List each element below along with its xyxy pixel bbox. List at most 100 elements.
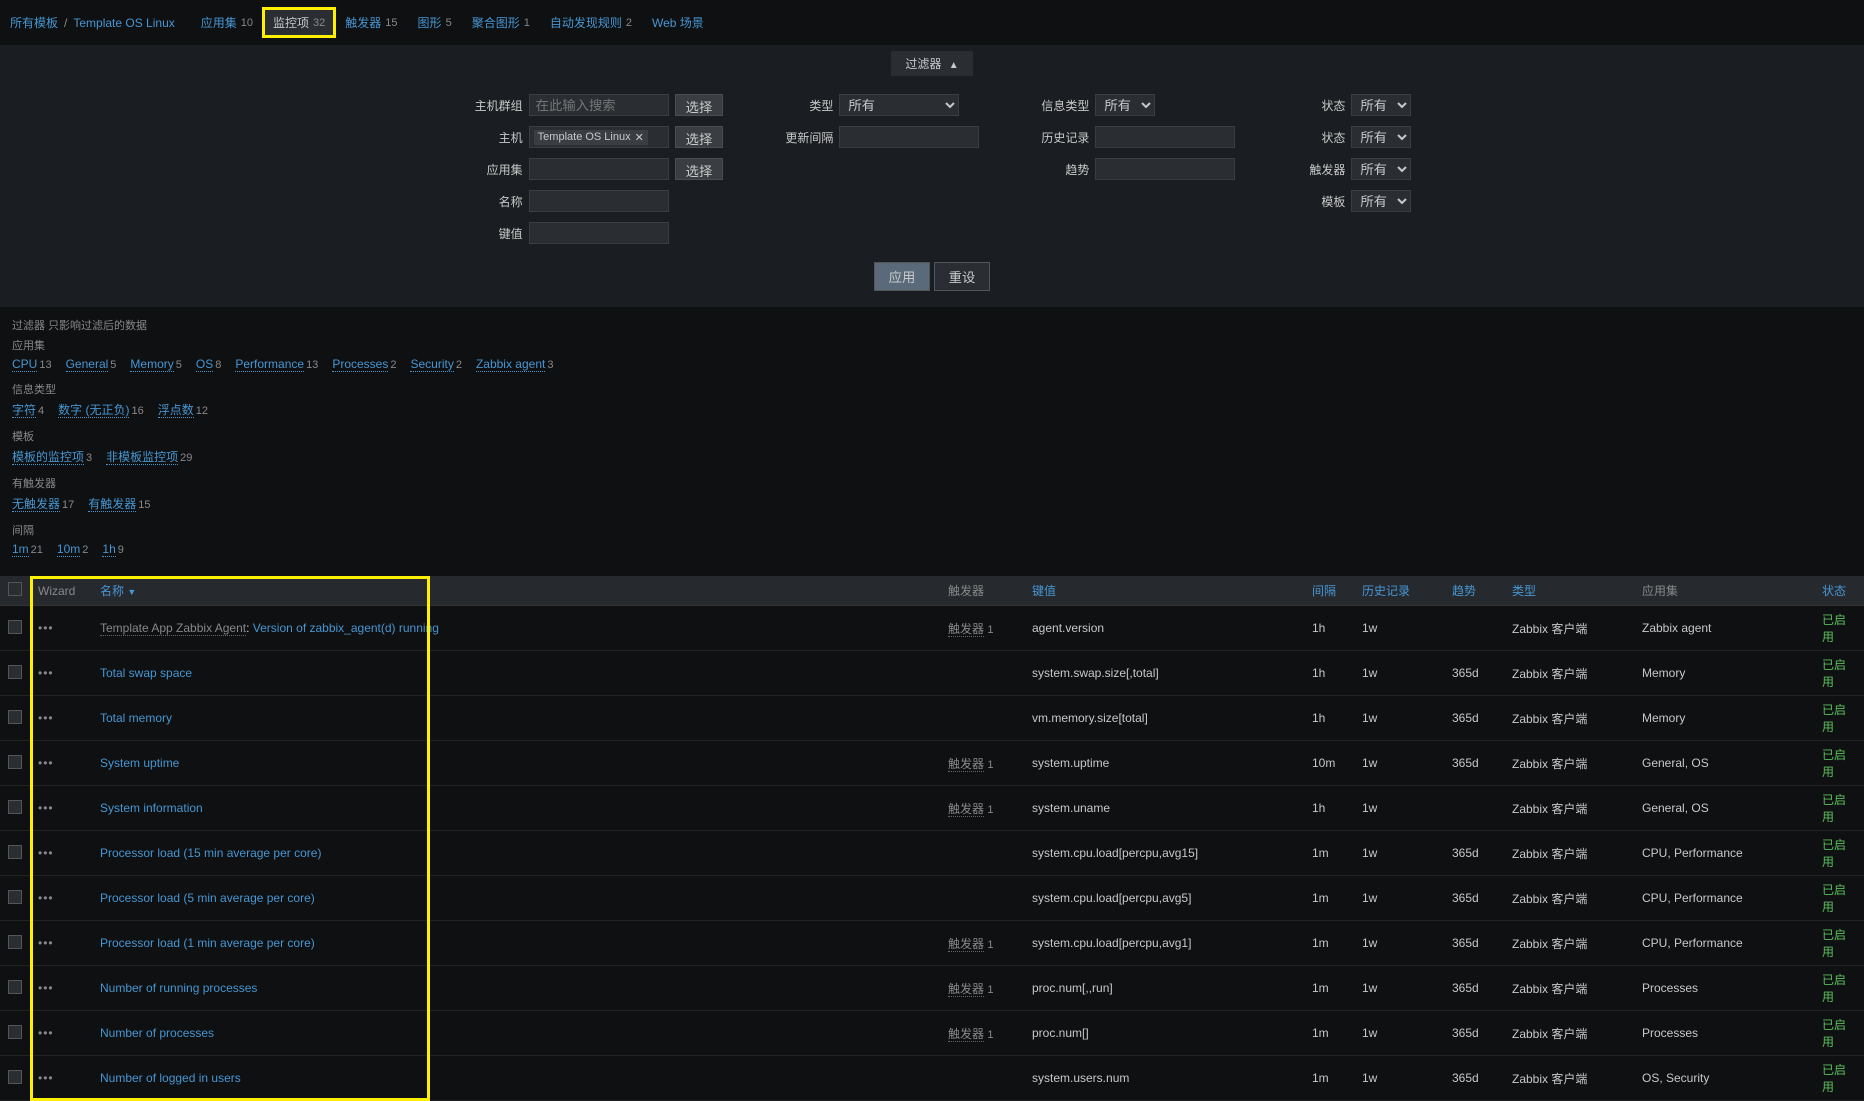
wizard-menu-icon[interactable]: ••• xyxy=(38,756,54,770)
subfilter-item[interactable]: Zabbix agent xyxy=(476,357,545,372)
subfilter-item[interactable]: Processes xyxy=(332,357,388,372)
infotype-select[interactable]: 所有 xyxy=(1095,94,1155,116)
type-select[interactable]: 所有 xyxy=(839,94,959,116)
col-key[interactable]: 键值 xyxy=(1024,576,1304,606)
subfilter-item[interactable]: 非模板监控项 xyxy=(106,450,178,465)
wizard-menu-icon[interactable]: ••• xyxy=(38,936,54,950)
row-checkbox[interactable] xyxy=(8,755,22,769)
subfilter-item[interactable]: 1m xyxy=(12,542,29,557)
wizard-menu-icon[interactable]: ••• xyxy=(38,1071,54,1085)
status-link[interactable]: 已启用 xyxy=(1822,793,1846,824)
subfilter-item[interactable]: OS xyxy=(196,357,213,372)
row-checkbox[interactable] xyxy=(8,665,22,679)
status-link[interactable]: 已启用 xyxy=(1822,973,1846,1004)
history-input[interactable] xyxy=(1095,126,1235,148)
status-link[interactable]: 已启用 xyxy=(1822,613,1846,644)
wizard-menu-icon[interactable]: ••• xyxy=(38,801,54,815)
subfilter-item[interactable]: 有触发器 xyxy=(88,497,136,512)
item-name-link[interactable]: Processor load (1 min average per core) xyxy=(100,936,315,950)
trigger-link[interactable]: 触发器 xyxy=(948,757,984,772)
subfilter-item[interactable]: 10m xyxy=(57,542,80,557)
trigger-link[interactable]: 触发器 xyxy=(948,1027,984,1042)
row-checkbox[interactable] xyxy=(8,935,22,949)
item-name-link[interactable]: Processor load (15 min average per core) xyxy=(100,846,321,860)
state-select[interactable]: 所有 xyxy=(1351,94,1411,116)
application-select-btn[interactable]: 选择 xyxy=(675,158,724,180)
col-status[interactable]: 状态 xyxy=(1814,576,1864,606)
status-select[interactable]: 所有 xyxy=(1351,126,1411,148)
trigger-link[interactable]: 触发器 xyxy=(948,622,984,637)
col-name[interactable]: 名称 ▼ xyxy=(92,576,940,606)
apply-button[interactable]: 应用 xyxy=(874,262,931,291)
status-link[interactable]: 已启用 xyxy=(1822,928,1846,959)
subfilter-item[interactable]: 数字 (无正负) xyxy=(58,403,129,418)
wizard-menu-icon[interactable]: ••• xyxy=(38,846,54,860)
subfilter-item[interactable]: 模板的监控项 xyxy=(12,450,84,465)
breadcrumb-all-templates[interactable]: 所有模板 xyxy=(10,14,58,31)
status-link[interactable]: 已启用 xyxy=(1822,883,1846,914)
subfilter-item[interactable]: 浮点数 xyxy=(158,403,194,418)
close-icon[interactable]: ✕ xyxy=(635,131,644,144)
subfilter-item[interactable]: 无触发器 xyxy=(12,497,60,512)
trigger-link[interactable]: 触发器 xyxy=(948,937,984,952)
filter-toggle[interactable]: 过滤器 ▲ xyxy=(891,51,972,76)
application-input[interactable] xyxy=(529,158,669,180)
wizard-menu-icon[interactable]: ••• xyxy=(38,1026,54,1040)
status-link[interactable]: 已启用 xyxy=(1822,658,1846,689)
col-interval[interactable]: 间隔 xyxy=(1304,576,1354,606)
tab-应用集[interactable]: 应用集 10 xyxy=(191,8,263,37)
row-checkbox[interactable] xyxy=(8,980,22,994)
col-history[interactable]: 历史记录 xyxy=(1354,576,1444,606)
wizard-menu-icon[interactable]: ••• xyxy=(38,621,54,635)
subfilter-item[interactable]: Security xyxy=(410,357,453,372)
item-name-link[interactable]: Number of logged in users xyxy=(100,1071,241,1085)
tab-监控项[interactable]: 监控项 32 xyxy=(263,8,335,37)
col-type[interactable]: 类型 xyxy=(1504,576,1634,606)
subfilter-item[interactable]: Performance xyxy=(235,357,304,372)
template-select[interactable]: 所有 xyxy=(1351,190,1411,212)
wizard-menu-icon[interactable]: ••• xyxy=(38,981,54,995)
wizard-menu-icon[interactable]: ••• xyxy=(38,891,54,905)
status-link[interactable]: 已启用 xyxy=(1822,1063,1846,1094)
item-name-link[interactable]: Version of zabbix_agent(d) running xyxy=(253,621,439,635)
item-name-link[interactable]: System information xyxy=(100,801,203,815)
subfilter-item[interactable]: 1h xyxy=(102,542,115,557)
host-select-btn[interactable]: 选择 xyxy=(675,126,724,148)
status-link[interactable]: 已启用 xyxy=(1822,703,1846,734)
row-checkbox[interactable] xyxy=(8,1025,22,1039)
select-all-checkbox[interactable] xyxy=(8,582,22,596)
status-link[interactable]: 已启用 xyxy=(1822,838,1846,869)
reset-button[interactable]: 重设 xyxy=(934,262,991,291)
name-input[interactable] xyxy=(529,190,669,212)
col-trends[interactable]: 趋势 xyxy=(1444,576,1504,606)
item-name-link[interactable]: Total memory xyxy=(100,711,172,725)
row-checkbox[interactable] xyxy=(8,845,22,859)
subfilter-item[interactable]: 字符 xyxy=(12,403,36,418)
row-checkbox[interactable] xyxy=(8,890,22,904)
breadcrumb-template[interactable]: Template OS Linux xyxy=(73,16,174,30)
item-name-link[interactable]: System uptime xyxy=(100,756,179,770)
key-input[interactable] xyxy=(529,222,669,244)
subfilter-item[interactable]: Memory xyxy=(130,357,173,372)
tab-自动发现规则[interactable]: 自动发现规则 2 xyxy=(540,8,642,37)
tab-Web 场景[interactable]: Web 场景 xyxy=(642,8,714,37)
host-group-select-btn[interactable]: 选择 xyxy=(675,94,724,116)
status-link[interactable]: 已启用 xyxy=(1822,748,1846,779)
item-name-link[interactable]: Number of running processes xyxy=(100,981,257,995)
tab-图形[interactable]: 图形 5 xyxy=(408,8,462,37)
tab-聚合图形[interactable]: 聚合图形 1 xyxy=(462,8,540,37)
tab-触发器[interactable]: 触发器 15 xyxy=(335,8,407,37)
item-name-link[interactable]: Total swap space xyxy=(100,666,192,680)
wizard-menu-icon[interactable]: ••• xyxy=(38,666,54,680)
item-prefix[interactable]: Template App Zabbix Agent xyxy=(100,621,246,636)
triggers-select[interactable]: 所有 xyxy=(1351,158,1411,180)
status-link[interactable]: 已启用 xyxy=(1822,1018,1846,1049)
host-tagbox[interactable]: Template OS Linux ✕ xyxy=(529,126,669,148)
row-checkbox[interactable] xyxy=(8,620,22,634)
item-name-link[interactable]: Number of processes xyxy=(100,1026,214,1040)
row-checkbox[interactable] xyxy=(8,1070,22,1084)
subfilter-item[interactable]: CPU xyxy=(12,357,37,372)
trigger-link[interactable]: 触发器 xyxy=(948,982,984,997)
row-checkbox[interactable] xyxy=(8,710,22,724)
subfilter-item[interactable]: General xyxy=(66,357,109,372)
